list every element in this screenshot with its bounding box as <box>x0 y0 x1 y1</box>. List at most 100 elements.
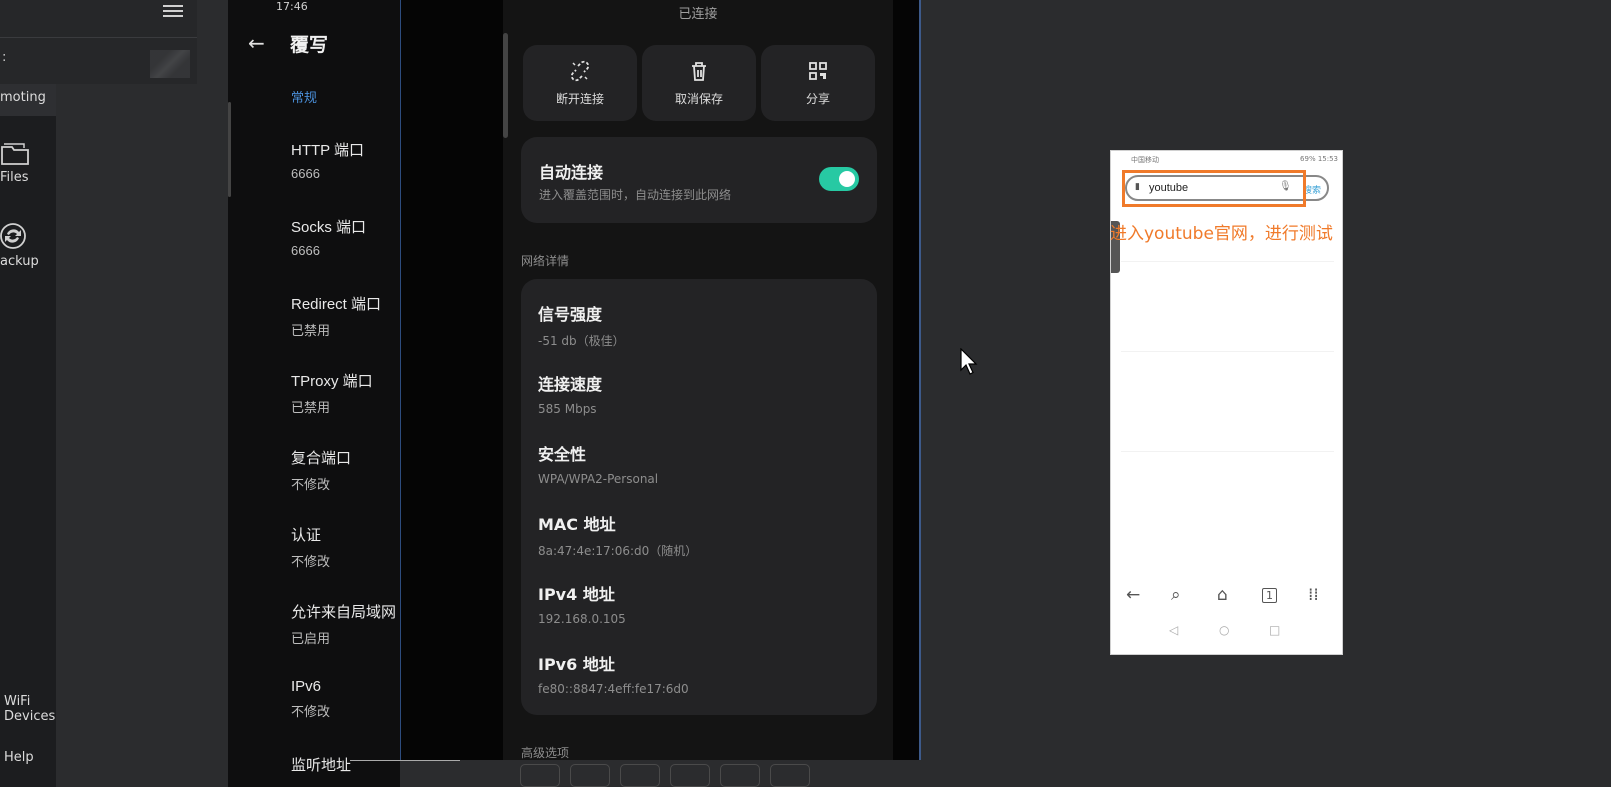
nav-home-icon[interactable]: ○ <box>1219 623 1229 637</box>
setting-value: 6666 <box>291 243 320 258</box>
setting-title: TProxy 端口 <box>291 373 373 390</box>
tabs-icon[interactable]: 1 <box>1262 588 1277 603</box>
connection-status: 已连接 <box>678 7 718 22</box>
setting-title: IPv6 <box>291 678 322 695</box>
search-icon[interactable]: ⌕ <box>1171 585 1181 605</box>
nav-recents-icon[interactable]: □ <box>1269 623 1280 637</box>
battery-time-text: 69% 15:53 <box>1300 155 1338 163</box>
sidebar-item-label: Help <box>4 750 34 765</box>
back-arrow-icon[interactable]: ← <box>248 31 265 55</box>
menu-icon[interactable] <box>163 2 183 24</box>
setting-http-port[interactable]: HTTP 端口 6666 <box>291 139 400 181</box>
auto-connect-toggle[interactable] <box>819 167 859 191</box>
setting-socks-port[interactable]: Socks 端口 6666 <box>291 216 400 258</box>
detail-ipv6-address: IPv6 地址 fe80::8847:4eff:fe17:6d0 <box>538 651 689 696</box>
detail-value: fe80::8847:4eff:fe17:6d0 <box>538 682 689 696</box>
app-sidebar <box>0 0 56 787</box>
setting-title: 监听地址 <box>291 757 352 774</box>
setting-value: 不修改 <box>291 477 331 492</box>
status-bar: 17:46 <box>228 0 400 13</box>
divider <box>1121 451 1334 452</box>
action-label: 断开连接 <box>555 92 604 106</box>
detail-value: 192.168.0.105 <box>538 612 626 626</box>
divider <box>1121 261 1334 262</box>
detail-security: 安全性 WPA/WPA2-Personal <box>538 441 658 486</box>
detail-link-speed: 连接速度 585 Mbps <box>538 371 602 416</box>
annotation-text: 进入youtube官网，进行测试 <box>1110 224 1333 244</box>
setting-listen-address[interactable]: 监听地址 <box>291 754 400 781</box>
detail-title: 信号强度 <box>538 305 603 324</box>
sidebar-item-remoting[interactable]: moting <box>0 84 56 116</box>
dock-button[interactable] <box>570 764 610 787</box>
qr-icon <box>809 62 827 80</box>
setting-title: HTTP 端口 <box>291 142 365 159</box>
dock-button[interactable] <box>670 764 710 787</box>
detail-title: 安全性 <box>538 445 587 464</box>
setting-title: Socks 端口 <box>291 219 367 236</box>
setting-authentication[interactable]: 认证 不修改 <box>291 524 400 570</box>
setting-value: 6666 <box>291 166 320 181</box>
detail-value: WPA/WPA2-Personal <box>538 472 659 486</box>
divider <box>1121 351 1334 352</box>
setting-redirect-port[interactable]: Redirect 端口 已禁用 <box>291 293 400 339</box>
network-details-card: 信号强度 -51 db（极佳） 连接速度 585 Mbps 安全性 WPA/WP… <box>521 279 877 715</box>
highlight-box <box>1122 170 1306 207</box>
detail-title: IPv4 地址 <box>538 585 615 604</box>
disconnect-button[interactable]: 断开连接 <box>523 45 637 121</box>
auto-connect-subtitle: 进入覆盖范围时，自动连接到此网络 <box>539 188 732 202</box>
status-time: 17:46 <box>276 0 308 13</box>
setting-value: 已禁用 <box>291 400 331 415</box>
dock-button[interactable] <box>770 764 810 787</box>
sidebar-item-label: Devices <box>4 709 56 724</box>
sidebar-item-files[interactable]: Files <box>0 138 56 194</box>
page-title: 覆写 <box>290 34 329 56</box>
scrollbar[interactable] <box>503 33 508 138</box>
sidebar-item-wifi-devices[interactable]: WiFi Devices <box>0 694 56 730</box>
folder-icon <box>1 143 29 165</box>
section-header: 网络详情 <box>521 254 570 268</box>
setting-title: 认证 <box>291 527 322 544</box>
setting-value: 已禁用 <box>291 323 331 338</box>
auto-connect-title: 自动连接 <box>539 163 604 182</box>
setting-value: 不修改 <box>291 704 331 719</box>
sidebar-item-label: ackup <box>0 254 39 269</box>
home-icon[interactable]: ⌂ <box>1217 585 1228 605</box>
toolbar-text: : <box>2 50 7 65</box>
detail-mac-address: MAC 地址 8a:47:4e:17:06:d0（随机） <box>538 511 697 559</box>
sidebar-item-backup[interactable]: ackup <box>0 222 56 278</box>
divider <box>350 760 460 761</box>
dock-button[interactable] <box>520 764 560 787</box>
setting-allow-lan[interactable]: 允许来自局域网 已启用 <box>291 601 400 647</box>
sync-icon <box>0 223 26 249</box>
action-label: 分享 <box>805 92 830 106</box>
share-button[interactable]: 分享 <box>761 45 875 121</box>
detail-value: 585 Mbps <box>538 402 597 416</box>
sidebar-item-help[interactable]: Help <box>0 750 56 770</box>
mouse-cursor-icon <box>960 348 978 375</box>
toolbar-decoration <box>150 50 190 78</box>
setting-value: 已启用 <box>291 631 331 646</box>
scrollbar[interactable] <box>228 102 231 197</box>
section-header: 常规 <box>291 91 318 106</box>
dock-button[interactable] <box>720 764 760 787</box>
detail-value: 8a:47:4e:17:06:d0（随机） <box>538 544 698 558</box>
auto-connect-card[interactable]: 自动连接 进入覆盖范围时，自动连接到此网络 <box>521 137 877 223</box>
browser-bottom-bar: ← ⌕ ⌂ 1 ⁞⁞ <box>1111 583 1344 613</box>
setting-mixed-port[interactable]: 复合端口 不修改 <box>291 447 400 493</box>
detail-title: MAC 地址 <box>538 515 616 534</box>
detail-title: IPv6 地址 <box>538 655 615 674</box>
setting-tproxy-port[interactable]: TProxy 端口 已禁用 <box>291 370 400 416</box>
nav-back-icon[interactable]: ◁ <box>1169 623 1178 637</box>
dock-button[interactable] <box>620 764 660 787</box>
detail-value: -51 db（极佳） <box>538 334 625 348</box>
menu-icon[interactable]: ⁞⁞ <box>1308 585 1319 605</box>
top-toolbar: : <box>0 0 197 84</box>
setting-title: 复合端口 <box>291 450 352 467</box>
setting-value: 不修改 <box>291 554 331 569</box>
setting-ipv6[interactable]: IPv6 不修改 <box>291 678 400 720</box>
trash-icon <box>692 62 706 81</box>
back-icon[interactable]: ← <box>1126 585 1140 605</box>
override-settings-panel: 17:46 ← 覆写 常规 HTTP 端口 6666 Socks 端口 6666… <box>228 0 400 787</box>
sidebar-item-label: Files <box>0 170 29 185</box>
forget-network-button[interactable]: 取消保存 <box>642 45 756 121</box>
